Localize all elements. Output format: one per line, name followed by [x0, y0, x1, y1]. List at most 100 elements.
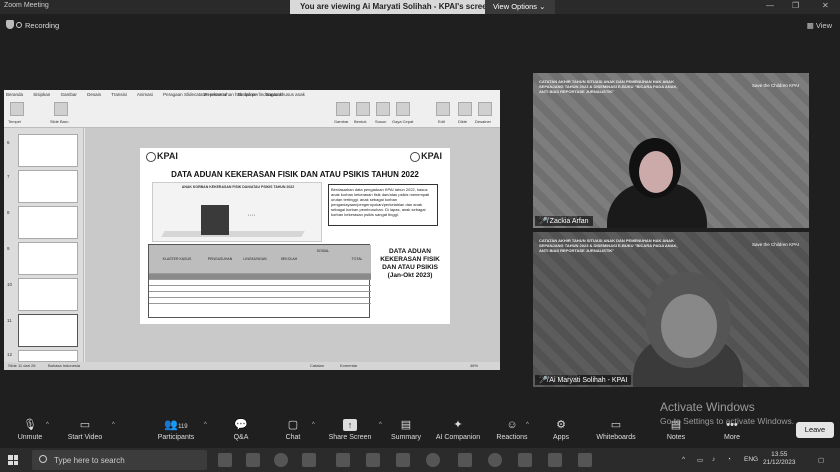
ppt-status-bar: Slide 11 dari 28 Bahasa Indonesia Catata… [4, 362, 500, 370]
view-options-button[interactable]: View Options ⌄ [485, 0, 555, 14]
taskbar-search-input[interactable]: Type here to search [32, 450, 207, 470]
participants-button[interactable]: 👥119 Participants [146, 416, 206, 441]
chevron-up-icon[interactable]: ^ [112, 422, 115, 428]
share-screen-button[interactable]: ↑ Share Screen [320, 416, 380, 441]
shapes-icon [356, 102, 370, 116]
qa-button[interactable]: 💬 Q&A [211, 416, 271, 441]
chrome-icon[interactable] [488, 453, 502, 467]
slide-text-box: Berdasarkan data pengaduan KPAI tahun 20… [328, 184, 438, 226]
tool-label: Bentuk [354, 119, 367, 124]
slide-canvas: KPAI KPAI DATA ADUAN KEKERASAN FISIK DAN… [85, 128, 500, 362]
video-tile-zackia[interactable]: CATATAN AKHIR TAHUN SITUASI ANAK DAN PEM… [533, 73, 809, 228]
onenote-icon[interactable] [396, 453, 410, 467]
wifi-icon[interactable]: ◔ [727, 456, 731, 463]
new-slide-icon [54, 102, 68, 116]
apps-button[interactable]: ⚙ Apps [531, 416, 591, 441]
ribbon-tools: Tempel Slide Baru Gambar Bentuk Susun Ga… [6, 100, 496, 126]
viewing-banner: You are viewing Ai Maryati Solihah - KPA… [290, 0, 502, 14]
current-slide: KPAI KPAI DATA ADUAN KEKERASAN FISIK DAN… [140, 148, 450, 324]
language-indicator[interactable]: ENG [744, 456, 758, 463]
table-header-cell: LINGKUNGAN [243, 257, 267, 261]
participant-name: 🎤̸ Ai Maryati Solihah - KPAI [535, 375, 632, 385]
chevron-up-icon[interactable]: ^ [312, 422, 315, 428]
brave-browser-icon[interactable] [274, 453, 288, 467]
comments-button: Komentar [340, 363, 358, 368]
app-icon[interactable] [458, 453, 472, 467]
thumb-number: 7 [7, 174, 10, 179]
document-title: catatan pemenuhan hak dan perlindungan k… [194, 92, 305, 97]
video-off-icon: ▭ [79, 419, 91, 431]
notification-icon[interactable]: ▢ [818, 456, 824, 464]
task-view-icon[interactable] [218, 453, 232, 467]
slide-side-heading: DATA ADUAN KEKERASAN FISIK DAN ATAU PSIK… [380, 248, 440, 279]
start-video-button[interactable]: ▭ Start Video [55, 416, 115, 441]
more-button[interactable]: ••• More [702, 416, 762, 441]
meeting-top-bar: Recording ▦ View [0, 16, 840, 36]
video-tile-ai-maryati[interactable]: CATATAN AKHIR TAHUN SITUASI ANAK DAN PEM… [533, 232, 809, 387]
ribbon-tab: Beranda [6, 92, 24, 97]
word-icon[interactable] [336, 453, 350, 467]
language-label: Bahasa Indonesia [48, 363, 81, 368]
leave-button[interactable]: Leave [796, 422, 834, 438]
slide-chart: ANAK KORBAN KEKERASAN FISIK DAN/ATAU PSI… [152, 182, 322, 242]
chevron-up-icon[interactable]: ^ [204, 422, 207, 428]
taskbar-clock[interactable]: 13.55 21/12/2023 [763, 451, 796, 467]
network-icon[interactable]: ▭ [697, 456, 703, 464]
slide-thumbnail [18, 278, 78, 311]
ribbon-tab: Transisi [111, 92, 127, 97]
zoom-app-icon[interactable] [548, 453, 562, 467]
thumb-number: 9 [7, 246, 10, 251]
recording-label: Recording [25, 21, 60, 30]
photos-app-icon[interactable] [246, 453, 260, 467]
volume-icon[interactable]: ♪ [712, 456, 715, 463]
participants-icon: 👥119 [164, 419, 188, 431]
app-icon[interactable] [518, 453, 532, 467]
view-button[interactable]: ▦ View [807, 21, 832, 30]
notes-button: Catatan [310, 363, 325, 368]
tool-label: Tempel [8, 119, 21, 124]
microphone-muted-icon: 🎙 [23, 419, 37, 431]
search-icon [39, 455, 47, 463]
thumb-number: 12 [7, 352, 13, 357]
qa-icon: 💬 [234, 419, 248, 431]
table-header: KLASTER KASUS PENGASUHAN LINGKUNGAN SEKO… [149, 245, 371, 273]
shared-screen: Beranda Sisipkan Gambar Desain Transisi … [4, 90, 500, 370]
share-screen-icon: ↑ [343, 419, 357, 431]
chart-legend: ▪ ▪ ▪ ▪ [248, 213, 255, 217]
maximize-icon[interactable]: ❐ [792, 1, 799, 10]
slide-counter: Slide 11 dari 28 [8, 363, 36, 368]
arrange-icon [376, 102, 390, 116]
slide-table: KLASTER KASUS PENGASUHAN LINGKUNGAN SEKO… [148, 244, 371, 318]
more-icon: ••• [726, 419, 738, 431]
apps-icon: ⚙ [556, 419, 566, 431]
table-header-cell: SOSIAL [316, 249, 330, 253]
powerpoint-icon[interactable] [366, 453, 380, 467]
minimize-icon[interactable]: — [766, 1, 774, 10]
file-explorer-icon[interactable] [302, 453, 316, 467]
whiteboards-button[interactable]: ▭ Whiteboards [586, 416, 646, 441]
slide-thumbnail-selected [18, 314, 78, 347]
chevron-up-icon[interactable]: ^ [682, 456, 685, 463]
sponsor-logos: Save the Children KPAI [752, 83, 799, 88]
slide-thumbnails: 6 7 8 9 10 11 12 [4, 128, 84, 362]
app-icon[interactable] [578, 453, 592, 467]
slide-thumbnail [18, 350, 78, 362]
slide-thumbnail [18, 134, 78, 167]
notes-button[interactable]: ▤ Notes [646, 416, 706, 441]
windows-start-icon[interactable] [8, 455, 18, 465]
shield-icon[interactable] [6, 20, 14, 29]
chevron-up-icon[interactable]: ^ [526, 422, 529, 428]
kpai-logo-right: KPAI [410, 151, 442, 162]
designer-icon [478, 102, 492, 116]
slide-thumbnail [18, 206, 78, 239]
picture-icon [336, 102, 350, 116]
summary-button[interactable]: ▤ Summary [376, 416, 436, 441]
spotify-icon[interactable] [426, 453, 440, 467]
table-header-cell: SEKOLAH [280, 257, 298, 261]
app-title: Zoom Meeting [4, 2, 49, 9]
close-icon[interactable]: ✕ [822, 1, 829, 10]
ai-companion-button[interactable]: ✦ AI Companion [428, 416, 488, 441]
unmute-button[interactable]: 🎙 Unmute [0, 416, 60, 441]
chevron-up-icon[interactable]: ^ [46, 422, 49, 428]
chat-button[interactable]: ▢ Chat [263, 416, 323, 441]
